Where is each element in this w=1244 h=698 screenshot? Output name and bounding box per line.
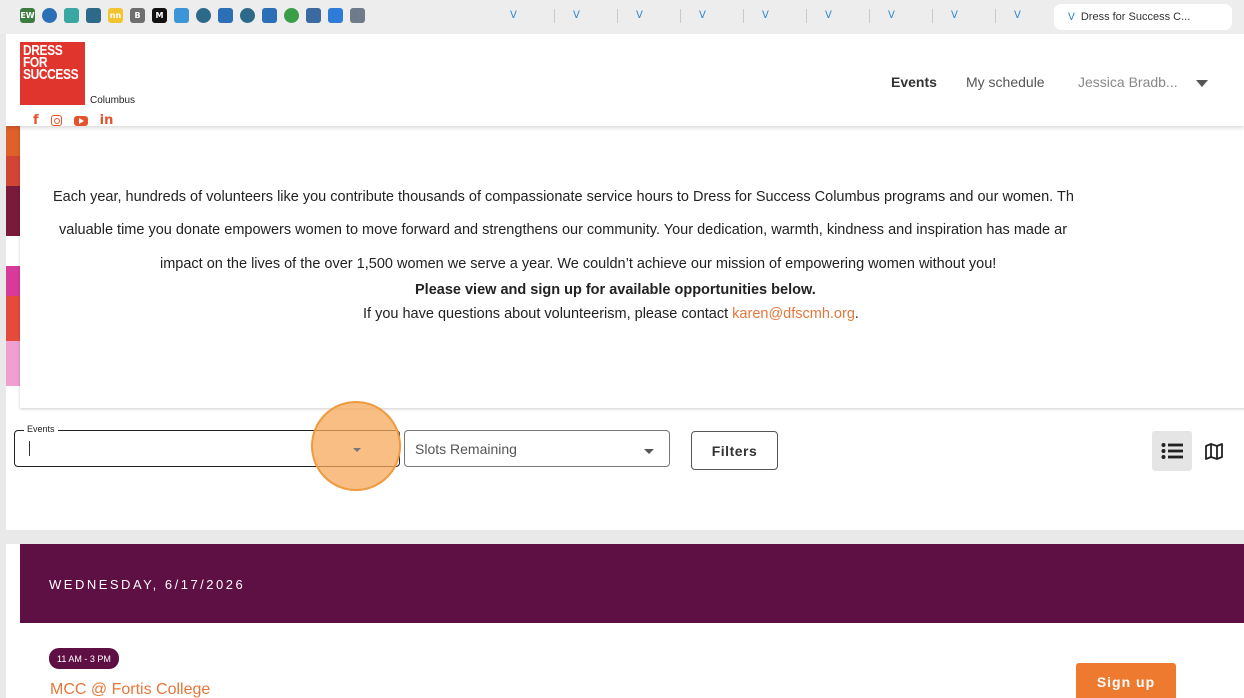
tab-favicon-icon[interactable]: ᐯ — [573, 10, 580, 21]
instagram-icon[interactable] — [50, 115, 62, 126]
filters-button[interactable]: Filters — [691, 431, 778, 470]
intro-contact: If you have questions about volunteerism… — [363, 306, 859, 322]
tab-separator — [806, 9, 807, 23]
logo-subtitle: Columbus — [90, 95, 136, 106]
tab-separator — [995, 9, 996, 23]
pinned-tab-icon[interactable] — [196, 8, 211, 23]
pinned-tab-icon[interactable] — [284, 8, 299, 23]
event-time-badge: 11 AM - 3 PM — [49, 648, 119, 669]
pinned-tab-icon[interactable] — [218, 8, 233, 23]
browser-tab-strip: EW nn B M ᐯ ᐯ ᐯ ᐯ ᐯ ᐯ ᐯ ᐯ ᐯ ᐯ Dress for Success C... — [0, 0, 1244, 34]
contact-suffix: . — [854, 306, 859, 322]
map-view-button[interactable] — [1194, 431, 1234, 471]
pinned-tab-icon[interactable] — [86, 8, 101, 23]
contact-email-link[interactable]: karen@dfscmh.org — [732, 306, 855, 322]
slots-dropdown-caret-icon[interactable] — [644, 449, 654, 454]
intro-line-3: impact on the lives of the over 1,500 wo… — [160, 256, 997, 272]
tab-favicon-icon[interactable]: ᐯ — [951, 10, 958, 21]
youtube-icon[interactable] — [73, 115, 88, 126]
contact-prefix: If you have questions about volunteerism… — [363, 306, 733, 322]
event-title-link[interactable]: MCC @ Fortis College — [50, 681, 210, 698]
site-header: DRESS FOR SUCCESS Columbus Events My sch… — [6, 34, 1244, 126]
pinned-tab-icon[interactable] — [350, 8, 365, 23]
logo[interactable]: DRESS FOR SUCCESS — [20, 42, 85, 105]
pinned-tab-icon[interactable] — [64, 8, 79, 23]
tab-separator — [932, 9, 933, 23]
facebook-icon[interactable]: f — [33, 113, 39, 128]
nav-events[interactable]: Events — [891, 74, 937, 90]
nav-my-schedule[interactable]: My schedule — [966, 74, 1045, 90]
user-menu[interactable]: Jessica Bradb... — [1078, 74, 1178, 90]
logo-line-3: SUCCESS — [23, 66, 79, 83]
pinned-tab-icon[interactable]: EW — [20, 8, 35, 23]
pinned-tab-icon[interactable]: B — [130, 8, 145, 23]
pinned-tab-icon[interactable] — [42, 8, 57, 23]
events-dropdown-caret-icon[interactable] — [353, 448, 361, 452]
section-divider — [6, 530, 1244, 544]
tab-separator — [617, 9, 618, 23]
tab-favicon-icon[interactable]: ᐯ — [699, 10, 706, 21]
tab-separator — [680, 9, 681, 23]
tab-favicon-icon[interactable]: ᐯ — [762, 10, 769, 21]
text-cursor — [29, 441, 30, 456]
tab-separator — [554, 9, 555, 23]
tab-favicon-icon: ᐯ — [1068, 11, 1075, 23]
linkedin-icon[interactable]: in — [100, 113, 114, 128]
pinned-tab-icon[interactable] — [262, 8, 277, 23]
click-highlight — [311, 401, 401, 491]
pinned-tab-icon[interactable] — [240, 8, 255, 23]
events-select-label: Events — [24, 424, 58, 434]
user-menu-caret-icon[interactable] — [1196, 80, 1208, 87]
social-links: f in — [33, 113, 113, 128]
slots-remaining-placeholder: Slots Remaining — [415, 441, 517, 457]
pinned-tab-icon[interactable] — [306, 8, 321, 23]
tab-favicon-icon[interactable]: ᐯ — [825, 10, 832, 21]
tab-favicon-icon[interactable]: ᐯ — [510, 10, 517, 21]
list-view-button[interactable] — [1152, 431, 1192, 471]
tab-favicon-icon[interactable]: ᐯ — [636, 10, 643, 21]
tab-favicon-icon[interactable]: ᐯ — [888, 10, 895, 21]
intro-line-1: Each year, hundreds of volunteers like y… — [53, 189, 1074, 205]
intro-line-2: valuable time you donate empowers women … — [59, 222, 1068, 238]
tab-favicon-icon[interactable]: ᐯ — [1014, 10, 1021, 21]
active-tab[interactable]: ᐯ Dress for Success C... — [1054, 4, 1232, 30]
day-header: WEDNESDAY, 6/17/2026 — [49, 577, 246, 592]
pinned-tab-icon[interactable]: M — [152, 8, 167, 23]
intro-cta: Please view and sign up for available op… — [415, 282, 816, 298]
list-view-icon — [1161, 443, 1183, 459]
pinned-tab-icon[interactable]: nn — [108, 8, 123, 23]
sign-up-button[interactable]: Sign up — [1076, 663, 1176, 698]
decorative-strip — [6, 126, 20, 386]
pinned-tab-icon[interactable] — [174, 8, 189, 23]
tab-separator — [743, 9, 744, 23]
active-tab-title: Dress for Success C... — [1080, 11, 1191, 23]
map-view-icon — [1205, 442, 1223, 460]
tab-separator — [869, 9, 870, 23]
pinned-tab-icon[interactable] — [328, 8, 343, 23]
